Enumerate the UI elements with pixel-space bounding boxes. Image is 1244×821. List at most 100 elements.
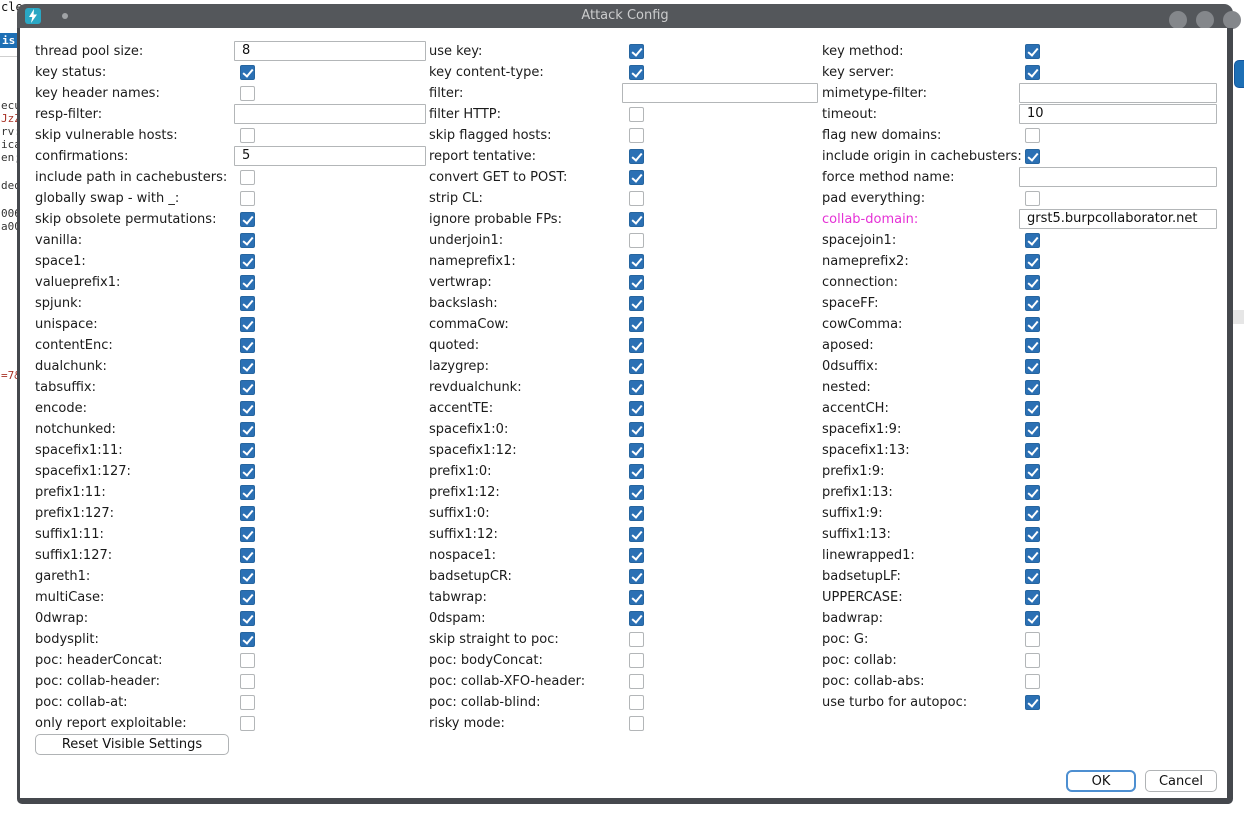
setting-checkbox-checked[interactable] [1025,275,1040,290]
setting-checkbox-checked[interactable] [629,611,644,626]
setting-checkbox-checked[interactable] [629,359,644,374]
setting-checkbox-checked[interactable] [1025,44,1040,59]
setting-checkbox-checked[interactable] [629,401,644,416]
setting-checkbox-checked[interactable] [240,443,255,458]
setting-checkbox-checked[interactable] [240,380,255,395]
setting-checkbox-checked[interactable] [1025,527,1040,542]
setting-checkbox-checked[interactable] [240,548,255,563]
setting-checkbox-unchecked[interactable] [240,695,255,710]
setting-checkbox-checked[interactable] [1025,401,1040,416]
setting-checkbox-checked[interactable] [629,569,644,584]
setting-checkbox-checked[interactable] [240,527,255,542]
setting-checkbox-checked[interactable] [629,527,644,542]
setting-checkbox-checked[interactable] [629,338,644,353]
setting-input[interactable] [622,83,818,103]
setting-checkbox-checked[interactable] [1025,485,1040,500]
setting-checkbox-unchecked[interactable] [629,695,644,710]
setting-checkbox-unchecked[interactable] [240,716,255,731]
setting-checkbox-checked[interactable] [240,359,255,374]
setting-checkbox-checked[interactable] [1025,338,1040,353]
setting-input[interactable] [1019,167,1217,187]
setting-checkbox-unchecked[interactable] [629,674,644,689]
setting-checkbox-unchecked[interactable] [240,86,255,101]
setting-checkbox-checked[interactable] [1025,65,1040,80]
setting-checkbox-checked[interactable] [1025,695,1040,710]
setting-checkbox-unchecked[interactable] [240,170,255,185]
setting-checkbox-unchecked[interactable] [629,107,644,122]
setting-checkbox-unchecked[interactable] [629,716,644,731]
setting-checkbox-unchecked[interactable] [1025,674,1040,689]
setting-input[interactable] [234,41,426,61]
setting-checkbox-checked[interactable] [240,506,255,521]
setting-input[interactable] [234,104,426,124]
setting-checkbox-checked[interactable] [1025,611,1040,626]
setting-checkbox-checked[interactable] [629,590,644,605]
setting-checkbox-checked[interactable] [1025,464,1040,479]
setting-checkbox-checked[interactable] [629,254,644,269]
setting-checkbox-checked[interactable] [240,632,255,647]
setting-input[interactable] [1019,83,1217,103]
reset-visible-settings-button[interactable]: Reset Visible Settings [35,734,229,755]
ok-button[interactable]: OK [1066,770,1136,792]
setting-checkbox-checked[interactable] [629,65,644,80]
setting-checkbox-checked[interactable] [629,380,644,395]
setting-checkbox-checked[interactable] [240,422,255,437]
setting-checkbox-unchecked[interactable] [629,128,644,143]
setting-checkbox-checked[interactable] [240,275,255,290]
setting-checkbox-checked[interactable] [629,317,644,332]
setting-checkbox-unchecked[interactable] [629,632,644,647]
setting-checkbox-checked[interactable] [1025,569,1040,584]
setting-checkbox-checked[interactable] [240,317,255,332]
setting-checkbox-checked[interactable] [1025,359,1040,374]
setting-checkbox-checked[interactable] [240,464,255,479]
setting-checkbox-unchecked[interactable] [629,653,644,668]
setting-checkbox-checked[interactable] [1025,233,1040,248]
setting-checkbox-checked[interactable] [629,170,644,185]
setting-checkbox-unchecked[interactable] [1025,191,1040,206]
setting-checkbox-checked[interactable] [629,464,644,479]
setting-checkbox-unchecked[interactable] [629,233,644,248]
setting-checkbox-checked[interactable] [629,212,644,227]
setting-checkbox-checked[interactable] [1025,548,1040,563]
setting-checkbox-checked[interactable] [629,548,644,563]
setting-input[interactable] [234,146,426,166]
setting-checkbox-checked[interactable] [240,569,255,584]
setting-checkbox-checked[interactable] [1025,422,1040,437]
setting-checkbox-checked[interactable] [1025,317,1040,332]
setting-checkbox-unchecked[interactable] [1025,128,1040,143]
setting-checkbox-checked[interactable] [629,485,644,500]
setting-checkbox-checked[interactable] [240,590,255,605]
setting-checkbox-checked[interactable] [629,149,644,164]
setting-checkbox-unchecked[interactable] [240,128,255,143]
setting-input[interactable] [1019,209,1217,229]
setting-input[interactable] [1019,104,1217,124]
setting-checkbox-checked[interactable] [1025,254,1040,269]
setting-checkbox-unchecked[interactable] [629,191,644,206]
setting-checkbox-checked[interactable] [629,275,644,290]
setting-checkbox-checked[interactable] [240,233,255,248]
setting-checkbox-checked[interactable] [629,506,644,521]
setting-checkbox-checked[interactable] [240,338,255,353]
setting-checkbox-checked[interactable] [629,422,644,437]
setting-checkbox-checked[interactable] [240,485,255,500]
setting-checkbox-checked[interactable] [629,443,644,458]
setting-checkbox-checked[interactable] [240,611,255,626]
setting-checkbox-checked[interactable] [1025,296,1040,311]
setting-checkbox-checked[interactable] [1025,506,1040,521]
setting-checkbox-checked[interactable] [240,212,255,227]
setting-checkbox-unchecked[interactable] [1025,632,1040,647]
setting-checkbox-checked[interactable] [1025,443,1040,458]
setting-checkbox-checked[interactable] [240,401,255,416]
setting-checkbox-checked[interactable] [240,254,255,269]
setting-checkbox-unchecked[interactable] [240,653,255,668]
setting-checkbox-checked[interactable] [1025,590,1040,605]
setting-checkbox-checked[interactable] [240,296,255,311]
setting-checkbox-checked[interactable] [1025,149,1040,164]
setting-checkbox-checked[interactable] [240,65,255,80]
setting-checkbox-checked[interactable] [629,44,644,59]
cancel-button[interactable]: Cancel [1145,770,1217,792]
setting-checkbox-checked[interactable] [629,296,644,311]
setting-checkbox-unchecked[interactable] [240,674,255,689]
setting-checkbox-unchecked[interactable] [1025,653,1040,668]
setting-checkbox-checked[interactable] [1025,380,1040,395]
